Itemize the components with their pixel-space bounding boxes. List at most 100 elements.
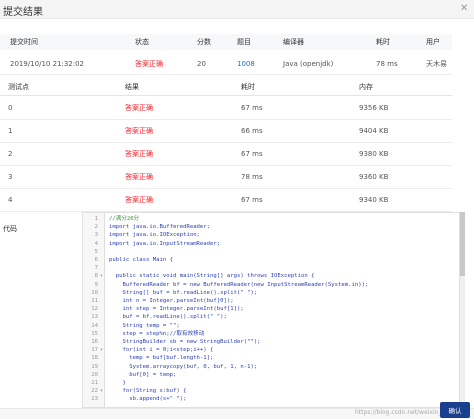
line-number: 14 (91, 322, 98, 329)
testcase-memory: 9404 KB (359, 127, 389, 135)
code-text: import java.io.InputStreamReader; (109, 240, 221, 247)
code-text: buf[0] = temp; (109, 371, 177, 378)
testcase-time: 66 ms (241, 127, 263, 135)
summary-header: 提交时间 状态 分数 题目 编译器 耗时 用户 (0, 34, 452, 50)
testcase-row: 0 答案正确 67 ms 9356 KB (0, 97, 452, 120)
code-line: 17 ▾ for(int i = 0;i<step;i++) { (83, 346, 459, 354)
submit-time: 2019/10/10 21:32:02 (10, 59, 85, 68)
code-line: 7 (83, 264, 459, 272)
testcase-result: 答案正确 (125, 150, 153, 158)
code-line: 9 BufferedReader bf = new BufferedReader… (83, 281, 459, 289)
close-icon[interactable]: ✕ (460, 3, 468, 14)
code-text: String temp = ""; (109, 322, 180, 329)
code-line: 1 //满分20分 (83, 215, 459, 223)
code-line: 2 import java.io.BufferedReader; (83, 223, 459, 231)
code-text: int n = Integer.parseInt(buf[0]); (109, 298, 234, 304)
line-number: 16 (91, 339, 98, 345)
line-number: 7 (94, 265, 98, 272)
code-line: 22 ▾ for(String s:buf) { (83, 387, 459, 395)
duration: 78 ms (376, 59, 398, 68)
testcase-id: 4 (8, 196, 13, 204)
code-line: 3 import java.io.IOException; (83, 231, 459, 239)
code-line: 12 int step = Integer.parseInt(buf[1]); (83, 305, 459, 313)
scrollbar-thumb[interactable] (460, 212, 465, 276)
code-editor[interactable]: 1//满分20分 2 import java.io.BufferedReader; 3… (82, 212, 460, 408)
testcase-result: 答案正确 (125, 173, 153, 181)
testcase-memory: 9380 KB (359, 150, 389, 158)
testcase-result: 答案正确 (125, 196, 153, 204)
testcase-time: 67 ms (241, 196, 263, 204)
line-number: 20 (91, 371, 98, 378)
code-line: 15 step = step%n;//取有效移动 (83, 330, 459, 338)
editor-scrollbar[interactable] (460, 212, 465, 408)
testcase-time: 78 ms (241, 173, 263, 181)
code-line: 19 System.arraycopy(buf, 0, buf, 1, n-1)… (83, 363, 459, 371)
line-number: 2 (94, 224, 98, 231)
fold-arrow-icon[interactable]: ▾ (100, 387, 103, 395)
code-line: 18 temp = buf[buf.length-1]; (83, 354, 459, 362)
header-problem: 题目 (237, 38, 251, 46)
code-text: sb.append(s+" "); (109, 396, 187, 403)
code-text: public static void main(String[] args) t… (109, 273, 315, 280)
line-number: 23 (91, 396, 98, 403)
code-text: BufferedReader bf = new BufferedReader(n… (109, 281, 369, 288)
code-text: //满分20分 (109, 216, 140, 222)
code-line: 5 (83, 248, 459, 256)
header-score: 分数 (197, 38, 211, 46)
testcase-memory: 9360 KB (359, 173, 389, 181)
code-text: import java.io.IOException; (109, 232, 200, 239)
testcase-result: 答案正确 (125, 104, 153, 112)
code-line: 23 sb.append(s+" "); (83, 395, 459, 403)
line-number: 18 (91, 355, 98, 362)
dialog-title: 提交结果 (3, 7, 43, 18)
line-number: 4 (94, 240, 98, 247)
line-number: 9 (94, 281, 98, 288)
problem-link[interactable]: 1008 (237, 60, 255, 68)
testcase-result: 答案正确 (125, 127, 153, 135)
line-number: 8 (94, 273, 98, 280)
testcase-id: 2 (8, 150, 13, 158)
code-text: String[] buf = bf.readLine().split(" "); (109, 289, 258, 296)
fold-arrow-icon[interactable]: ▾ (100, 346, 103, 354)
code-text: for(int i = 0;i<step;i++) { (109, 347, 214, 354)
code-line: 10 String[] buf = bf.readLine().split(" … (83, 289, 459, 297)
code-line: 14 String temp = ""; (83, 322, 459, 330)
testcase-row: 2 答案正确 67 ms 9380 KB (0, 143, 452, 166)
header-memory: 内存 (359, 82, 373, 91)
code-line: 21 } (83, 379, 459, 387)
header-result: 结果 (125, 82, 139, 91)
compiler: Java (openjdk) (283, 59, 334, 68)
code-text: temp = buf[buf.length-1]; (109, 355, 214, 362)
code-text: StringBuilder sb = new StringBuilder("")… (109, 339, 261, 345)
header-testcase: 测试点 (8, 82, 29, 91)
code-text: int step = Integer.parseInt(buf[1]); (109, 306, 244, 313)
code-text: for(String s:buf) { (109, 388, 187, 395)
testcase-memory: 9340 KB (359, 196, 389, 204)
line-number: 15 (91, 330, 98, 337)
line-number: 1 (94, 216, 98, 222)
code-text: import java.io.BufferedReader; (109, 224, 211, 231)
line-number: 12 (91, 306, 98, 313)
code-line: 8 ▾ public static void main(String[] args… (83, 272, 459, 280)
line-number: 3 (94, 232, 98, 239)
line-number: 6 (94, 257, 98, 263)
line-number: 5 (94, 248, 98, 255)
header-time: 耗时 (241, 82, 255, 91)
confirm-button[interactable]: 确认 (440, 402, 470, 418)
line-number: 11 (91, 298, 98, 304)
fold-arrow-icon[interactable]: ▾ (100, 272, 103, 280)
code-line: 4 import java.io.InputStreamReader; (83, 240, 459, 248)
code-text: buf = bf.readLine().split(" "); (109, 314, 227, 321)
code-line: 20 buf[0] = temp; (83, 371, 459, 379)
summary-row: 2019/10/10 21:32:02 答案正确 20 1008 Java (o… (0, 53, 452, 75)
header-duration: 耗时 (376, 38, 390, 46)
line-number: 13 (91, 314, 98, 321)
testcase-row: 4 答案正确 67 ms 9340 KB (0, 189, 452, 212)
testcase-time: 67 ms (241, 104, 263, 112)
code-line: 13 buf = bf.readLine().split(" "); (83, 313, 459, 321)
testcase-id: 3 (8, 173, 13, 181)
code-line: 6 public class Main { (83, 256, 459, 264)
testcase-row: 1 答案正确 66 ms 9404 KB (0, 120, 452, 143)
testcase-id: 0 (8, 104, 13, 112)
code-line: 11 int n = Integer.parseInt(buf[0]); (83, 297, 459, 305)
